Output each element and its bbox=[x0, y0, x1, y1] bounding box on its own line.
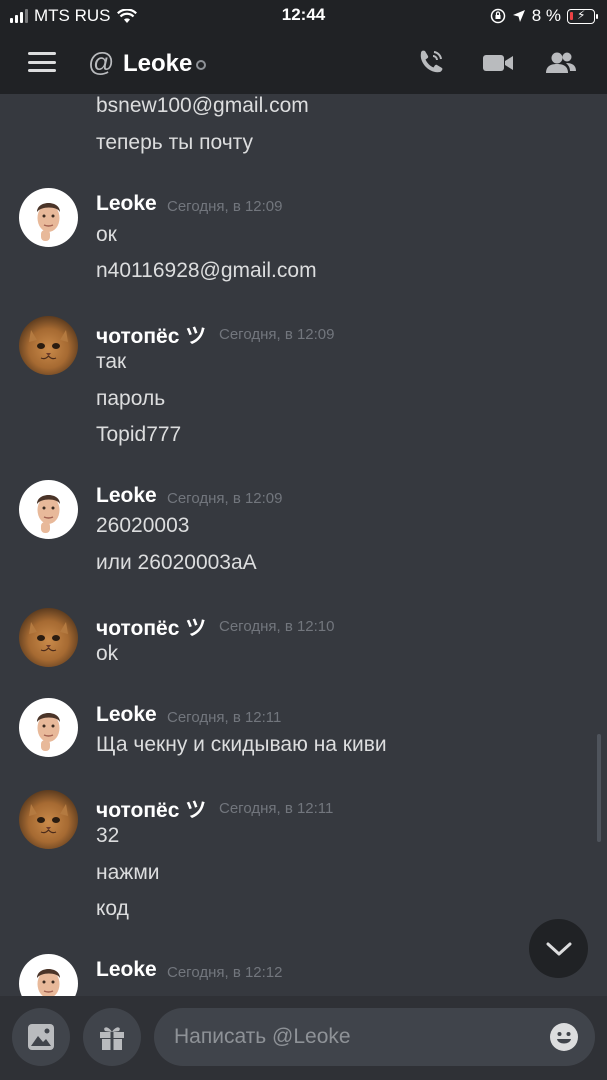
video-icon[interactable] bbox=[481, 48, 515, 78]
avatar-chotopyos[interactable] bbox=[19, 790, 78, 849]
message-text: Topid777 bbox=[96, 423, 182, 446]
avatar-leoke[interactable] bbox=[19, 698, 78, 757]
emoji-icon[interactable] bbox=[549, 1022, 579, 1052]
message-timestamp: Сегодня, в 12:12 bbox=[167, 964, 283, 981]
avatar-leoke[interactable] bbox=[19, 480, 78, 539]
message-timestamp: Сегодня, в 12:11 bbox=[167, 709, 282, 726]
gift-icon bbox=[100, 1027, 124, 1050]
status-right: 8 % ⚡ bbox=[490, 6, 598, 26]
menu-icon[interactable] bbox=[28, 52, 56, 72]
memoji-avatar-icon bbox=[37, 495, 60, 533]
status-bar: MTS RUS 12:44 8 % ⚡ bbox=[0, 0, 607, 32]
message-text: 32 bbox=[96, 824, 120, 847]
message-text: ок bbox=[96, 223, 117, 246]
message-author[interactable]: Leoke bbox=[96, 192, 157, 216]
cat-avatar-icon bbox=[29, 622, 68, 652]
avatar-chotopyos[interactable] bbox=[19, 316, 78, 375]
members-icon[interactable] bbox=[544, 48, 578, 78]
gift-button[interactable] bbox=[83, 1008, 141, 1066]
memoji-avatar-icon bbox=[37, 969, 60, 996]
at-icon: @ bbox=[88, 47, 115, 77]
attach-image-button[interactable] bbox=[12, 1008, 70, 1066]
cat-avatar-icon bbox=[29, 804, 68, 834]
call-icon[interactable] bbox=[415, 48, 449, 78]
message-text: нажми bbox=[96, 861, 160, 884]
jump-to-bottom-button[interactable] bbox=[529, 919, 588, 978]
message-text: 26020003 bbox=[96, 514, 190, 537]
message-author[interactable]: Leoke bbox=[96, 958, 157, 982]
message-text: n40116928@gmail.com bbox=[96, 259, 317, 282]
chevron-down-icon bbox=[546, 942, 571, 955]
message-author[interactable]: чотопёс ツ bbox=[96, 612, 206, 642]
message-text: пароль bbox=[96, 387, 166, 410]
message-timestamp: Сегодня, в 12:09 bbox=[167, 198, 283, 215]
message-author[interactable]: Leoke bbox=[96, 484, 157, 508]
channel-header: @ Leoke bbox=[0, 32, 607, 94]
message-author[interactable]: Leoke bbox=[96, 703, 157, 727]
cat-avatar-icon bbox=[29, 330, 68, 360]
message-text: Ща чекну и скидываю на киви bbox=[96, 733, 387, 756]
orientation-lock-icon bbox=[490, 8, 505, 24]
avatar-leoke[interactable] bbox=[19, 954, 78, 996]
memoji-avatar-icon bbox=[37, 713, 60, 751]
offline-status-icon bbox=[196, 60, 206, 70]
image-icon bbox=[28, 1024, 54, 1050]
location-icon bbox=[512, 10, 525, 22]
message-text: так bbox=[96, 350, 127, 373]
avatar-leoke[interactable] bbox=[19, 188, 78, 247]
message-input-box[interactable] bbox=[154, 1008, 595, 1066]
message-composer bbox=[0, 996, 607, 1080]
message-input[interactable] bbox=[174, 1008, 534, 1066]
message-text: bsnew100@gmail.com bbox=[96, 94, 309, 117]
message-author[interactable]: чотопёс ツ bbox=[96, 320, 206, 350]
message-text: ok bbox=[96, 642, 119, 665]
message-text: код bbox=[96, 897, 129, 920]
message-timestamp: Сегодня, в 12:11 bbox=[219, 800, 334, 817]
memoji-avatar-icon bbox=[37, 203, 60, 241]
message-text: теперь ты почту bbox=[96, 131, 253, 154]
scrollbar[interactable] bbox=[597, 734, 601, 842]
battery-percent: 8 % bbox=[531, 6, 561, 25]
message-timestamp: Сегодня, в 12:10 bbox=[219, 618, 335, 635]
message-author[interactable]: чотопёс ツ bbox=[96, 794, 206, 824]
channel-title[interactable]: Leoke bbox=[123, 50, 192, 78]
message-list[interactable]: bsnew100@gmail.com теперь ты почту Leoke… bbox=[0, 94, 607, 996]
avatar-chotopyos[interactable] bbox=[19, 608, 78, 667]
message-text: или 26020003aA bbox=[96, 551, 257, 574]
message-timestamp: Сегодня, в 12:09 bbox=[219, 326, 335, 343]
message-timestamp: Сегодня, в 12:09 bbox=[167, 490, 283, 507]
battery-icon: ⚡ bbox=[567, 8, 598, 24]
